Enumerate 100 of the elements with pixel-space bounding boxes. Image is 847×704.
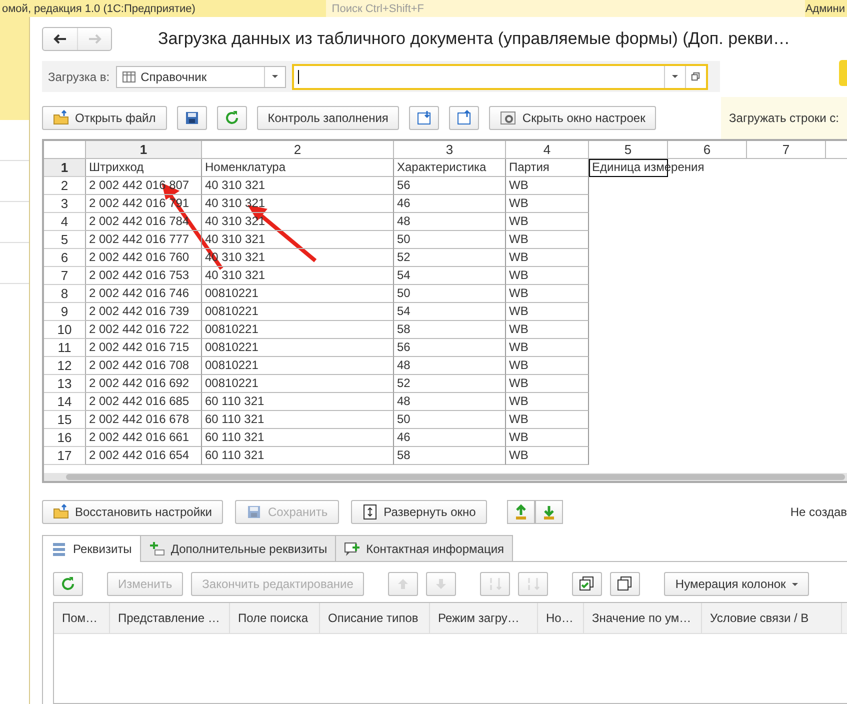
toolbar-button[interactable]: Открыть файл xyxy=(42,106,167,130)
form-title: Загрузка данных из табличного документа (управляемые формы) (Доп. рекви… xyxy=(158,29,790,49)
column-header[interactable]: Условие связи / В xyxy=(702,603,842,633)
row-header[interactable]: 17 xyxy=(44,447,86,465)
table-cell: 40 310 321 xyxy=(202,195,394,213)
toolbar-button[interactable]: Скрыть окно настроек xyxy=(489,106,656,130)
row-header[interactable]: 14 xyxy=(44,393,86,411)
row-header[interactable]: 11 xyxy=(44,339,86,357)
table-cell: 50 xyxy=(394,231,506,249)
dropdown-button[interactable]: Нумерация колонок xyxy=(664,572,809,596)
column-header[interactable]: 5 xyxy=(589,141,668,159)
column-header[interactable]: 3 xyxy=(394,141,506,159)
table-cell: Штрихкод xyxy=(86,159,202,177)
folder-icon xyxy=(53,504,69,520)
tab[interactable]: Дополнительные реквизиты xyxy=(140,535,336,561)
user-name[interactable]: Админи xyxy=(805,2,847,14)
tab[interactable]: Контактная информация xyxy=(335,535,514,561)
action-button[interactable] xyxy=(839,60,847,86)
icon-button[interactable] xyxy=(572,572,602,596)
table-cell: 2 002 442 016 746 xyxy=(86,285,202,303)
gear-window-icon xyxy=(500,110,516,126)
column-header[interactable]: 7 xyxy=(747,141,826,159)
row-header[interactable]: 12 xyxy=(44,357,86,375)
table-cell: WB xyxy=(506,285,589,303)
table-cell: WB xyxy=(506,195,589,213)
status-text: Не создав xyxy=(790,505,847,519)
column-header[interactable]: 4 xyxy=(506,141,589,159)
column-header[interactable]: Значение по ум… xyxy=(584,603,702,633)
column-header[interactable]: 1 xyxy=(86,141,202,159)
column-header[interactable]: Поле поиска xyxy=(230,603,320,633)
row-header[interactable]: 2 xyxy=(44,177,86,195)
table-cell: 46 xyxy=(394,429,506,447)
table-cell: 58 xyxy=(394,321,506,339)
table-cell: 46 xyxy=(394,195,506,213)
table-cell: 2 002 442 016 722 xyxy=(86,321,202,339)
table-cell: 00810221 xyxy=(202,375,394,393)
table-cell: WB xyxy=(506,375,589,393)
row-header[interactable]: 15 xyxy=(44,411,86,429)
copies-icon xyxy=(617,576,634,592)
row-header[interactable]: 16 xyxy=(44,429,86,447)
table-cell: 40 310 321 xyxy=(202,177,394,195)
toolbar-button[interactable]: Контроль заполнения xyxy=(256,106,400,130)
tab[interactable]: Реквизиты xyxy=(42,535,141,562)
column-header[interactable]: Режим загру… xyxy=(430,603,538,633)
row-header[interactable]: 9 xyxy=(44,303,86,321)
refresh-icon xyxy=(224,110,240,126)
table-cell: 00810221 xyxy=(202,357,394,375)
table-cell: 2 002 442 016 661 xyxy=(86,429,202,447)
table-cell: 2 002 442 016 739 xyxy=(86,303,202,321)
table-cell: 60 110 321 xyxy=(202,447,394,465)
icon-button[interactable] xyxy=(610,572,640,596)
copy-icon[interactable] xyxy=(691,72,700,81)
row-header[interactable]: 8 xyxy=(44,285,86,303)
table-cell: 2 002 442 016 753 xyxy=(86,267,202,285)
plus-field-icon xyxy=(148,540,165,556)
row-header[interactable]: 10 xyxy=(44,321,86,339)
table-cell: 2 002 442 016 692 xyxy=(86,375,202,393)
table-cell: 2 002 442 016 715 xyxy=(86,339,202,357)
table-cell: 52 xyxy=(394,249,506,267)
column-header[interactable]: Описание типов xyxy=(320,603,430,633)
column-header[interactable]: 2 xyxy=(202,141,394,159)
table-cell: 56 xyxy=(394,177,506,195)
input-field[interactable] xyxy=(292,64,708,90)
search-field[interactable]: Поиск Ctrl+Shift+F xyxy=(326,0,806,17)
row-header[interactable]: 13 xyxy=(44,375,86,393)
row-header[interactable]: 3 xyxy=(44,195,86,213)
table-cell: 2 002 442 016 685 xyxy=(86,393,202,411)
row-header[interactable]: 1 xyxy=(44,159,86,177)
expand-icon xyxy=(362,504,378,520)
row-header[interactable]: 4 xyxy=(44,213,86,231)
table-cell: 50 xyxy=(394,285,506,303)
table-cell: 56 xyxy=(394,339,506,357)
type-dropdown[interactable]: Справочник xyxy=(116,66,286,88)
table-cell: WB xyxy=(506,339,589,357)
table-cell: WB xyxy=(506,267,589,285)
table-cell: WB xyxy=(506,303,589,321)
table-cell: WB xyxy=(506,447,589,465)
toolbar-button[interactable]: Восстановить настройки xyxy=(42,500,223,524)
table-cell: WB xyxy=(506,393,589,411)
row-header[interactable]: 5 xyxy=(44,231,86,249)
row-header[interactable]: 7 xyxy=(44,267,86,285)
column-header[interactable]: Пом… xyxy=(54,603,110,633)
table-cell: WB xyxy=(506,231,589,249)
toolbar-button[interactable]: Развернуть окно xyxy=(350,500,487,524)
table-cell: 60 110 321 xyxy=(202,393,394,411)
table-cell: WB xyxy=(506,411,589,429)
table-cell: 00810221 xyxy=(202,339,394,357)
table-cell: 48 xyxy=(394,357,506,375)
table-cell: 2 002 442 016 777 xyxy=(86,231,202,249)
icon-button[interactable] xyxy=(176,106,207,130)
column-header[interactable]: Но… xyxy=(538,603,584,633)
table-cell: 60 110 321 xyxy=(202,429,394,447)
row-header[interactable]: 6 xyxy=(44,249,86,267)
column-header[interactable]: Представление … xyxy=(110,603,230,633)
table-cell: Партия xyxy=(506,159,589,177)
table-cell: WB xyxy=(506,213,589,231)
table-cell: 50 xyxy=(394,411,506,429)
column-header[interactable]: 6 xyxy=(668,141,747,159)
speech-plus-icon xyxy=(344,540,360,556)
save-icon xyxy=(246,504,262,520)
